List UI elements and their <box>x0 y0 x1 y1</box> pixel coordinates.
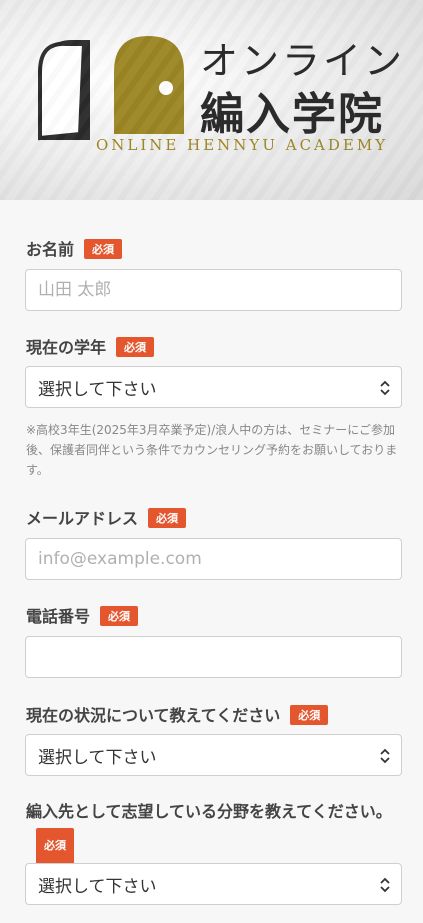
chevron-updown-icon <box>380 748 390 764</box>
required-badge: 必須 <box>116 337 155 357</box>
required-badge: 必須 <box>36 828 74 864</box>
logo-subtitle: ONLINE HENNYU ACADEMY <box>96 136 389 154</box>
name-input[interactable] <box>38 280 389 300</box>
email-input[interactable] <box>38 549 389 569</box>
header-banner: オンライン 編入学院 ONLINE HENNYU ACADEMY <box>0 0 423 200</box>
chevron-updown-icon <box>380 380 390 396</box>
status-select-value: 選択して下さい <box>38 747 157 768</box>
email-field[interactable] <box>25 538 402 580</box>
phone-field[interactable] <box>25 636 402 678</box>
phone-input[interactable] <box>38 647 389 667</box>
status-label: 現在の状況について教えてください 必須 <box>26 702 329 726</box>
grade-select-value: 選択して下さい <box>38 379 157 400</box>
required-badge: 必須 <box>100 606 139 626</box>
logo-title-line2: 編入学院 <box>200 89 384 140</box>
email-label: メールアドレス 必須 <box>26 505 187 529</box>
logo-door-icon <box>38 36 184 141</box>
logo-title-line1: オンライン <box>200 39 406 83</box>
required-badge: 必須 <box>148 508 187 528</box>
chevron-updown-icon <box>380 877 390 893</box>
field-select[interactable]: 選択して下さい <box>25 863 402 905</box>
name-field[interactable] <box>25 269 402 311</box>
field-label: 編入先として志望している分野を教えてください。必須 <box>26 796 406 864</box>
grade-select[interactable]: 選択して下さい <box>25 366 402 408</box>
phone-label: 電話番号 必須 <box>26 603 139 627</box>
required-badge: 必須 <box>290 705 329 725</box>
status-select[interactable]: 選択して下さい <box>25 734 402 776</box>
required-badge: 必須 <box>84 239 123 259</box>
grade-label: 現在の学年 必須 <box>26 334 155 358</box>
name-label: お名前 必須 <box>26 236 123 260</box>
grade-note: ※高校3年生(2025年3月卒業予定)/浪人中の方は、セミナーにご参加後、保護者… <box>26 423 398 477</box>
field-select-value: 選択して下さい <box>38 876 157 897</box>
